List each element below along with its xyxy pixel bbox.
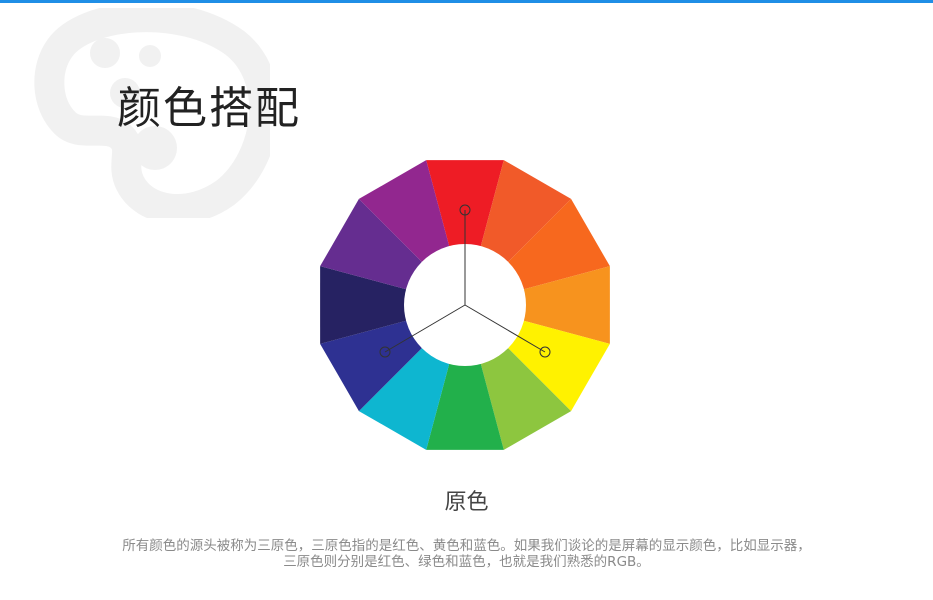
description-line: 所有颜色的源头被称为三原色，三原色指的是红色、黄色和蓝色。如果我们谈论的是屏幕的… [122,538,811,554]
section-subtitle: 原色 [444,490,489,515]
description: 所有颜色的源头被称为三原色，三原色指的是红色、黄色和蓝色。如果我们谈论的是屏幕的… [0,538,933,570]
description-line: 三原色则分别是红色、绿色和蓝色，也就是我们熟悉的RGB。 [283,554,650,570]
page-title: 颜色搭配 [117,83,301,134]
top-accent-bar [0,0,933,3]
color-wheel [320,160,610,450]
